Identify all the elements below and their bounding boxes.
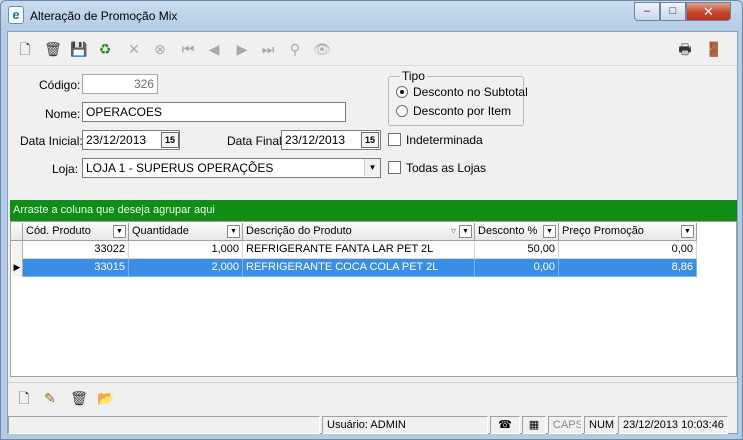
next-icon[interactable]: ▶	[233, 40, 251, 58]
col-header-codigo[interactable]: Cód. Produto ▼	[23, 223, 129, 241]
delete-icon[interactable]: 🗑	[44, 40, 62, 58]
new-icon[interactable]: 🗋	[16, 40, 34, 58]
window: e Alteração de Promoção Mix ‒ □ ✕ 🗋 🗑 💾 …	[0, 0, 743, 440]
col-header-label: Preço Promoção	[562, 225, 644, 237]
first-icon[interactable]: ⏮	[179, 40, 197, 58]
row-indicator	[12, 241, 23, 259]
tipo-group	[388, 76, 524, 126]
cell-quantidade: 1,000	[129, 241, 243, 259]
loja-select[interactable]: LOJA 1 - SUPERUS OPERAÇÕES	[82, 158, 381, 178]
chevron-down-icon[interactable]: ▼	[364, 159, 380, 176]
previous-icon[interactable]: ◀	[205, 40, 223, 58]
chevron-down-icon[interactable]: ▼	[543, 225, 556, 238]
toolbar-divider	[8, 65, 737, 66]
filter-icon[interactable]: ⚲	[286, 40, 304, 58]
col-header-label: Quantidade	[132, 225, 189, 237]
col-header-descricao[interactable]: Descrição do Produto ▿ ▼	[243, 223, 475, 241]
status-bar: Usuário: ADMIN ☎ ▦ CAPS NUM 23/12/2013 1…	[8, 416, 737, 434]
toolbar: 🗋 🗑 💾 ♻ ✕ ⊗ ⏮ ◀ ▶ ⏭ ⚲ 👁 🖶 🚪	[8, 32, 737, 64]
tipo-group-title: Tipo	[400, 69, 427, 83]
delete-item-icon[interactable]: 🗑	[69, 388, 89, 408]
col-header-label: Cód. Produto	[26, 225, 91, 237]
data-final-label: Data Final:	[227, 134, 286, 148]
codigo-label: Código:	[39, 78, 81, 92]
refresh-icon[interactable]: ♻	[96, 40, 114, 58]
status-blank	[8, 416, 320, 434]
cancel-icon[interactable]: ✕	[125, 40, 143, 58]
minimize-button[interactable]: ‒	[634, 2, 660, 21]
edit-item-icon[interactable]: ✎	[40, 388, 60, 408]
col-header-quantidade[interactable]: Quantidade ▼	[129, 223, 243, 241]
loja-value: LOJA 1 - SUPERUS OPERAÇÕES	[86, 161, 274, 175]
client-area: 🗋 🗑 💾 ♻ ✕ ⊗ ⏮ ◀ ▶ ⏭ ⚲ 👁 🖶 🚪 Código: 326 …	[7, 31, 738, 434]
exit-icon[interactable]: 🚪	[705, 40, 723, 58]
window-title: Alteração de Promoção Mix	[30, 9, 178, 23]
table-row[interactable]: 33022 1,000 REFRIGERANTE FANTA LAR PET 2…	[23, 241, 697, 259]
status-user: Usuário: ADMIN	[322, 416, 488, 434]
indeterminada-label: Indeterminada	[406, 133, 483, 147]
data-inicial-value: 23/12/2013	[86, 133, 147, 147]
cell-desconto: 0,00	[475, 259, 559, 277]
last-icon[interactable]: ⏭	[259, 40, 277, 58]
loja-label: Loja:	[52, 162, 79, 176]
binoculars-icon[interactable]: 👁	[313, 40, 331, 58]
table-row[interactable]: 33015 2,000 REFRIGERANTE COCA COLA PET 2…	[23, 259, 697, 277]
cell-desconto: 50,00	[475, 241, 559, 259]
calendar-icon[interactable]: 15	[361, 132, 379, 148]
status-num: NUM	[584, 416, 616, 434]
phone-icon[interactable]: ☎	[490, 416, 520, 434]
cell-quantidade: 2,000	[129, 259, 243, 277]
todas-lojas-label: Todas as Lojas	[406, 161, 487, 175]
open-folder-icon[interactable]: 📂	[96, 388, 116, 408]
e-icon: e	[8, 6, 24, 24]
chevron-down-icon[interactable]: ▼	[113, 225, 126, 238]
col-header-label: Descrição do Produto	[246, 225, 352, 237]
add-item-icon[interactable]: 🗋	[14, 388, 34, 408]
radio-desconto-item[interactable]	[396, 105, 408, 117]
items-grid: Cód. Produto ▼ Quantidade ▼ Descrição do…	[10, 221, 737, 377]
indeterminada-checkbox[interactable]	[388, 133, 401, 146]
col-header-preco[interactable]: Preço Promoção ▼	[559, 223, 697, 241]
calendar-icon[interactable]: 15	[161, 132, 179, 148]
cell-codigo: 33015	[23, 259, 129, 277]
maximize-button[interactable]: □	[660, 2, 686, 21]
status-datetime: 23/12/2013 10:03:46	[618, 416, 728, 434]
nome-label: Nome:	[45, 107, 81, 121]
codigo-field[interactable]: 326	[82, 74, 158, 94]
col-header-desconto[interactable]: Desconto % ▼	[475, 223, 559, 241]
grid-corner	[11, 223, 23, 241]
radio-desconto-item-label: Desconto por Item	[413, 104, 512, 118]
nome-field[interactable]: OPERACOES	[82, 102, 346, 122]
funnel-icon[interactable]: ▿	[451, 223, 456, 240]
title-bar[interactable]: e Alteração de Promoção Mix ‒ □ ✕	[1, 1, 742, 31]
radio-desconto-subtotal[interactable]	[396, 86, 408, 98]
cell-preco: 0,00	[559, 241, 697, 259]
current-row-arrow-icon: ▶	[12, 259, 23, 277]
data-inicial-label: Data Inicial:	[20, 134, 83, 148]
cell-descricao: REFRIGERANTE COCA COLA PET 2L	[243, 259, 475, 277]
cell-preco: 8,86	[559, 259, 697, 277]
todas-lojas-checkbox[interactable]	[388, 161, 401, 174]
data-final-value: 23/12/2013	[285, 133, 346, 147]
cell-descricao: REFRIGERANTE FANTA LAR PET 2L	[243, 241, 475, 259]
bottom-divider	[8, 382, 737, 383]
status-caps: CAPS	[548, 416, 582, 434]
chevron-down-icon[interactable]: ▼	[227, 225, 240, 238]
group-by-band[interactable]: Arraste a coluna que deseja agrupar aqui	[10, 200, 737, 221]
chevron-down-icon[interactable]: ▼	[459, 225, 472, 238]
calculator-icon[interactable]: ▦	[522, 416, 546, 434]
search-record-icon[interactable]: ⊗	[151, 40, 169, 58]
cell-codigo: 33022	[23, 241, 129, 259]
print-icon[interactable]: 🖶	[676, 40, 694, 58]
save-icon[interactable]: 💾	[70, 40, 88, 58]
radio-desconto-subtotal-label: Desconto no Subtotal	[413, 85, 528, 99]
chevron-down-icon[interactable]: ▼	[681, 225, 694, 238]
close-button[interactable]: ✕	[686, 2, 731, 21]
col-header-label: Desconto %	[478, 225, 538, 237]
